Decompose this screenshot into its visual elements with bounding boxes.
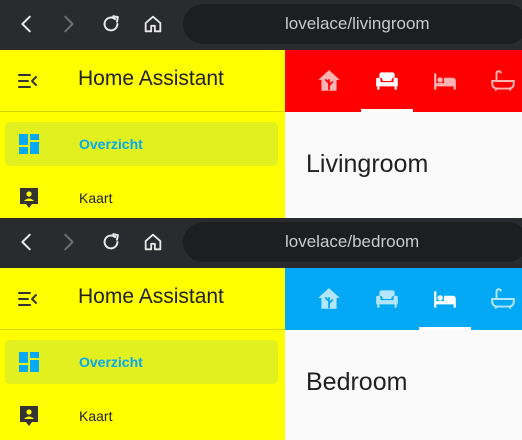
url-text: lovelace/livingroom: [285, 14, 430, 33]
browser-home-icon: [144, 15, 162, 33]
sofa-icon: [376, 290, 398, 308]
arrow-right-icon: [64, 15, 74, 33]
bed-icon: [434, 291, 456, 308]
tab-bed[interactable]: [419, 268, 471, 330]
sidebar-item-label: Kaart: [79, 408, 113, 424]
tab-bed[interactable]: [419, 50, 471, 112]
dashboard-icon: [19, 134, 39, 154]
sidebar-item-overzicht[interactable]: Overzicht: [5, 122, 278, 166]
sidebar-item-kaart[interactable]: Kaart: [5, 176, 278, 218]
reload-button[interactable]: [96, 227, 126, 257]
sidebar-header: Home Assistant: [0, 50, 285, 112]
sidebar: Home Assistant Overzicht Kaart: [0, 50, 285, 218]
arrow-right-icon: [64, 233, 74, 251]
sidebar-item-label: Overzicht: [79, 354, 143, 370]
forward-button[interactable]: [53, 227, 83, 257]
bed-icon: [434, 73, 456, 90]
tab-home[interactable]: [303, 50, 355, 112]
home-assistant-app: Home Assistant Overzicht Kaart: [0, 268, 522, 440]
tab-bathtub[interactable]: [477, 50, 522, 112]
sidebar-item-label: Kaart: [79, 190, 113, 206]
menu-collapse-icon: [18, 292, 37, 306]
home-button[interactable]: [138, 227, 168, 257]
arrow-left-icon: [21, 233, 31, 251]
reload-icon: [103, 15, 119, 32]
tab-sofa[interactable]: [361, 268, 413, 330]
dashboard-icon: [19, 352, 39, 372]
url-text: lovelace/bedroom: [285, 232, 420, 251]
sidebar-toggle-button[interactable]: [14, 285, 42, 313]
sidebar-toggle-button[interactable]: [14, 67, 42, 95]
app-title: Home Assistant: [78, 285, 224, 308]
map-icon: [20, 188, 38, 208]
home-button[interactable]: [138, 9, 168, 39]
home-icon: [318, 288, 340, 309]
screenshot-bedroom: lovelace/bedroom Home Assistant Overzich…: [0, 218, 522, 440]
sidebar-header: Home Assistant: [0, 268, 285, 330]
bathtub-icon: [491, 70, 515, 92]
browser-home-icon: [144, 233, 162, 251]
arrow-left-icon: [21, 15, 31, 33]
view-content: Bedroom: [285, 330, 522, 440]
tab-home[interactable]: [303, 268, 355, 330]
tab-bathtub[interactable]: [477, 268, 522, 330]
view-content: Livingroom: [285, 112, 522, 218]
sidebar: Home Assistant Overzicht Kaart: [0, 268, 285, 440]
view-title: Bedroom: [306, 368, 408, 396]
home-icon: [318, 70, 340, 91]
tab-sofa[interactable]: [361, 50, 413, 112]
bathtub-icon: [491, 288, 515, 310]
view-tabs-toolbar: [285, 268, 522, 330]
view-tabs-toolbar: [285, 50, 522, 112]
sidebar-item-kaart[interactable]: Kaart: [5, 394, 278, 438]
sofa-icon: [376, 72, 398, 90]
app-title: Home Assistant: [78, 67, 224, 90]
sidebar-item-label: Overzicht: [79, 136, 143, 152]
back-button[interactable]: [12, 9, 42, 39]
screenshot-livingroom: lovelace/livingroom Home Assistant Overz…: [0, 0, 522, 218]
browser-toolbar: lovelace/livingroom: [0, 0, 522, 50]
home-assistant-app: Home Assistant Overzicht Kaart: [0, 50, 522, 218]
sidebar-item-overzicht[interactable]: Overzicht: [5, 340, 278, 384]
browser-toolbar: lovelace/bedroom: [0, 218, 522, 268]
view-title: Livingroom: [306, 150, 429, 178]
reload-button[interactable]: [96, 9, 126, 39]
menu-collapse-icon: [18, 74, 37, 88]
back-button[interactable]: [12, 227, 42, 257]
address-bar[interactable]: lovelace/livingroom: [183, 4, 522, 44]
reload-icon: [103, 233, 119, 250]
forward-button[interactable]: [53, 9, 83, 39]
map-icon: [20, 406, 38, 426]
address-bar[interactable]: lovelace/bedroom: [183, 222, 522, 262]
